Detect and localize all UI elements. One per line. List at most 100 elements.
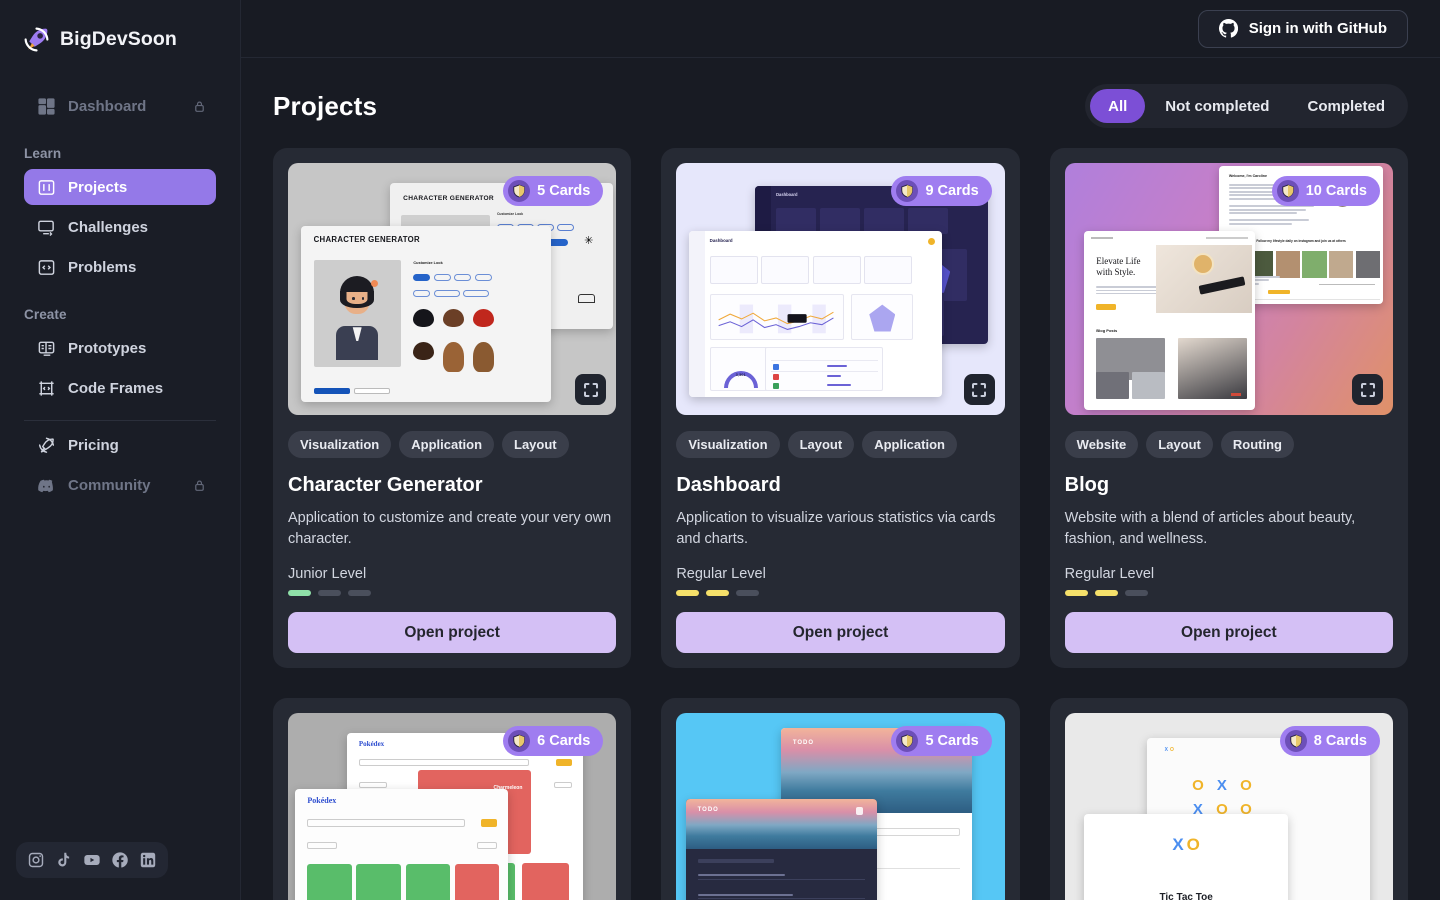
discord-icon bbox=[37, 476, 56, 495]
project-thumbnail[interactable]: TODO TODO 5 Cards bbox=[676, 713, 1005, 900]
project-level-label: Junior Level bbox=[288, 566, 367, 583]
sidebar-nav: Dashboard Learn Projects Challenges Prob… bbox=[0, 84, 240, 507]
level-bar bbox=[676, 590, 700, 597]
project-tag[interactable]: Application bbox=[862, 431, 957, 458]
cards-chip-icon bbox=[1284, 730, 1307, 753]
level-bar bbox=[1124, 590, 1148, 597]
cards-chip-icon bbox=[508, 730, 531, 753]
cards-chip-icon bbox=[896, 180, 919, 202]
sidebar-item-code-frames[interactable]: Code Frames bbox=[24, 370, 216, 406]
expand-icon[interactable] bbox=[575, 374, 607, 405]
open-project-button[interactable]: Open project bbox=[288, 612, 617, 654]
project-tags: Visualization Application Layout bbox=[288, 431, 616, 458]
frame-code-icon bbox=[37, 379, 56, 398]
project-tag[interactable]: Layout bbox=[787, 431, 855, 458]
project-tag[interactable]: Visualization bbox=[288, 431, 392, 458]
project-description: Website with a blend of articles about b… bbox=[1064, 510, 1356, 548]
project-tag[interactable]: Layout bbox=[1146, 431, 1213, 458]
project-level-label: Regular Level bbox=[1064, 566, 1155, 583]
sidebar-item-label: Problems bbox=[68, 258, 137, 276]
app-root: BigDevSoon Dashboard Learn Projects Chal… bbox=[0, 0, 1440, 900]
project-card[interactable]: CHARACTER GENERATOR Customize Look CHARA… bbox=[273, 148, 632, 669]
expand-icon[interactable] bbox=[1352, 374, 1383, 405]
cards-count-badge: 6 Cards bbox=[503, 726, 604, 757]
level-bar bbox=[706, 590, 730, 597]
cards-count-badge: 5 Cards bbox=[503, 176, 604, 206]
sidebar-item-label: Pricing bbox=[68, 436, 119, 454]
tiktok-icon[interactable] bbox=[54, 850, 74, 870]
sidebar-group-learn-label: Learn bbox=[24, 146, 62, 161]
project-level-bars bbox=[288, 590, 616, 597]
cards-chip-icon bbox=[896, 730, 919, 753]
instagram-icon[interactable] bbox=[26, 850, 46, 870]
sidebar-item-label: Dashboard bbox=[68, 97, 147, 115]
project-thumbnail[interactable]: Pokédex Charmeleon Pokédex 6 Cards bbox=[288, 713, 617, 900]
project-tag[interactable]: Website bbox=[1064, 431, 1139, 458]
page-header: Projects All Not completed Completed bbox=[273, 58, 1408, 148]
rocket-icon bbox=[22, 25, 51, 54]
linkedin-icon[interactable] bbox=[138, 850, 158, 870]
project-tag[interactable]: Layout bbox=[502, 431, 569, 458]
project-title: Dashboard bbox=[676, 474, 781, 496]
topbar: Sign in with GitHub bbox=[241, 0, 1440, 58]
project-description: Application to visualize various statist… bbox=[676, 510, 996, 548]
project-tags: Visualization Layout Application bbox=[676, 431, 1004, 458]
level-bar bbox=[318, 590, 341, 597]
project-title: Blog bbox=[1064, 474, 1110, 496]
project-thumbnail[interactable]: Dashboard Dashboard 3,301 9 Cards bbox=[676, 163, 1005, 415]
project-card[interactable]: Pokédex Charmeleon Pokédex 6 Cards bbox=[273, 698, 632, 900]
facebook-icon[interactable] bbox=[110, 850, 130, 870]
kanban-icon bbox=[37, 178, 56, 197]
level-bar bbox=[736, 590, 760, 597]
project-description: Application to customize and create your… bbox=[288, 510, 612, 548]
filter-not-completed[interactable]: Not completed bbox=[1147, 89, 1287, 123]
cards-count-label: 5 Cards bbox=[925, 733, 979, 750]
cards-count-badge: 10 Cards bbox=[1271, 176, 1380, 206]
project-thumbnail[interactable]: Welcome, I'm Caroline Follow my lifestyl… bbox=[1064, 163, 1393, 415]
project-tags: Website Layout Routing bbox=[1064, 431, 1393, 458]
project-tag[interactable]: Application bbox=[399, 431, 495, 458]
open-project-button[interactable]: Open project bbox=[676, 612, 1005, 654]
sidebar-item-community[interactable]: Community bbox=[24, 467, 216, 503]
project-tag[interactable]: Visualization bbox=[676, 431, 780, 458]
brand-name: BigDevSoon bbox=[60, 27, 177, 50]
project-level-label: Regular Level bbox=[676, 566, 766, 583]
cards-chip-icon bbox=[508, 180, 531, 202]
expand-icon[interactable] bbox=[963, 374, 995, 405]
sidebar-item-pricing[interactable]: Pricing bbox=[24, 427, 216, 463]
sidebar-item-problems[interactable]: Problems bbox=[24, 249, 216, 285]
sidebar-item-challenges[interactable]: Challenges bbox=[24, 209, 216, 245]
project-title: Character Generator bbox=[288, 474, 483, 496]
grid-icon bbox=[37, 97, 56, 116]
project-card[interactable]: TODO TODO 5 Cards bbox=[661, 698, 1020, 900]
project-thumbnail[interactable]: X O O X O X O O X O Tic Tac Toe 8 Cards bbox=[1064, 713, 1393, 900]
filter-completed[interactable]: Completed bbox=[1289, 89, 1403, 123]
cards-count-label: 10 Cards bbox=[1305, 183, 1367, 199]
level-bar bbox=[1094, 590, 1118, 597]
project-card[interactable]: Welcome, I'm Caroline Follow my lifestyl… bbox=[1049, 148, 1408, 669]
filter-toggle-group: All Not completed Completed bbox=[1085, 84, 1408, 128]
sidebar-item-dashboard[interactable]: Dashboard bbox=[24, 88, 216, 124]
sign-in-with-github-button[interactable]: Sign in with GitHub bbox=[1197, 9, 1408, 48]
filter-all[interactable]: All bbox=[1090, 89, 1146, 123]
sidebar-item-label: Community bbox=[68, 476, 151, 494]
content: Projects All Not completed Completed CHA… bbox=[241, 58, 1440, 900]
project-thumbnail[interactable]: CHARACTER GENERATOR Customize Look CHARA… bbox=[288, 163, 617, 415]
sidebar-item-prototypes[interactable]: Prototypes bbox=[24, 330, 216, 366]
cards-count-label: 9 Cards bbox=[925, 183, 979, 199]
project-level-bars bbox=[1064, 590, 1393, 597]
sidebar-item-projects[interactable]: Projects bbox=[24, 169, 216, 205]
level-bar bbox=[1064, 590, 1088, 597]
sidebar-group-create-label: Create bbox=[24, 307, 67, 322]
brand[interactable]: BigDevSoon bbox=[0, 0, 240, 58]
project-tag[interactable]: Routing bbox=[1220, 431, 1294, 458]
open-project-button[interactable]: Open project bbox=[1064, 612, 1393, 654]
github-icon bbox=[1218, 19, 1238, 38]
sidebar-item-label: Projects bbox=[68, 178, 128, 196]
project-card[interactable]: X O O X O X O O X O Tic Tac Toe 8 Cards bbox=[1049, 698, 1408, 900]
project-card[interactable]: Dashboard Dashboard 3,301 9 Cards Visual… bbox=[661, 148, 1020, 669]
sidebar-item-label: Prototypes bbox=[68, 339, 147, 357]
projects-grid: CHARACTER GENERATOR Customize Look CHARA… bbox=[273, 148, 1408, 900]
youtube-icon[interactable] bbox=[82, 850, 102, 870]
project-level-bars bbox=[676, 590, 1004, 597]
